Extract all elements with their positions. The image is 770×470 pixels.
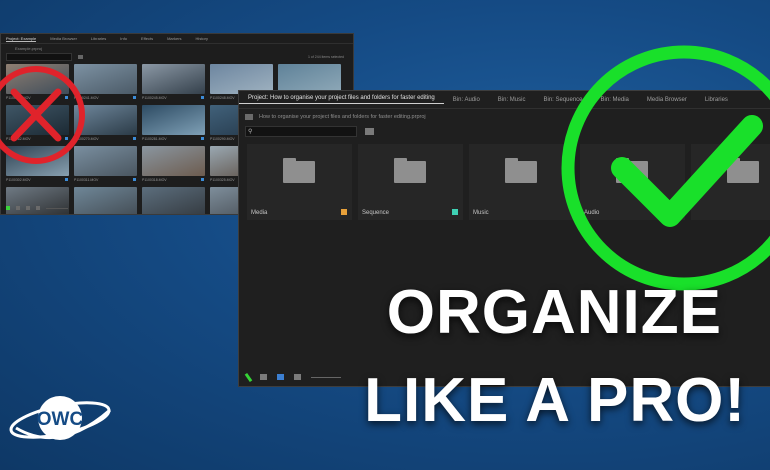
tab-bin-audio[interactable]: Bin: Audio [444,97,489,103]
small-search-input[interactable] [6,53,72,61]
bin-sequence[interactable]: Sequence [358,144,463,220]
zoom-slider[interactable] [46,207,68,209]
clip-thumbnail[interactable]: P1100281.MOV [142,105,205,143]
clip-label-swatch [133,178,136,181]
clip-label-swatch [65,178,68,181]
search-icon: ⚲ [248,129,253,135]
zoom-slider[interactable] [311,376,341,378]
project-path: How to organise your project files and f… [259,113,426,120]
clip-label-swatch [133,96,136,99]
clip-preview [142,64,205,94]
project-file-icon [245,113,253,120]
label-color-swatch[interactable] [452,209,458,215]
pen-icon[interactable] [6,206,10,210]
close-icon [0,66,85,164]
tab-bin-music[interactable]: Bin: Music [489,97,535,103]
tab-info[interactable]: Info [120,36,127,41]
clip-name: P1100245.MOV [142,96,167,100]
clip-label-swatch [201,178,204,181]
folder-icon [283,158,315,183]
new-bin-icon[interactable] [365,128,374,135]
clip-preview [142,105,205,135]
icon-view-icon[interactable] [277,374,284,380]
headline-line-2: LIKE A PRO! [364,366,746,435]
clip-name: P1100281.MOV [142,137,167,141]
icon-view-icon[interactable] [26,206,30,210]
small-panel-search-row: 1 of 244 items selected [1,52,353,62]
tab-libraries[interactable]: Libraries [91,36,106,41]
checkmark-icon [561,45,770,291]
clip-thumbnail[interactable]: P1100245.MOV [142,64,205,102]
tab-project-example[interactable]: Project: Example [6,36,37,42]
clip-preview [142,146,205,176]
clip-label-swatch [133,137,136,140]
tab-media-browser[interactable]: Media Browser [50,36,77,41]
clip-label-swatch [201,137,204,140]
clip-label-swatch [201,96,204,99]
bin-label: Media [251,210,268,216]
folder-icon [505,158,537,183]
tab-effects[interactable]: Effects [141,36,153,41]
freeform-view-icon[interactable] [294,374,301,380]
clip-name: P1100311.MOV [74,178,99,182]
list-view-icon[interactable] [260,374,267,380]
items-selected-count: 1 of 244 items selected [308,55,344,59]
tab-markers[interactable]: Markers [167,36,181,41]
new-bin-icon[interactable] [78,55,83,59]
small-panel-tabs: Project: Example Media Browser Libraries… [1,34,353,44]
bin-label: Sequence [362,210,390,216]
owc-logo: OWC [9,396,111,440]
pen-icon[interactable] [244,372,253,382]
clip-thumbnail[interactable]: P1100318.MOV [142,146,205,184]
label-color-swatch[interactable] [341,209,347,215]
bin-media[interactable]: Media [247,144,352,220]
tab-project-organise[interactable]: Project: How to organise your project fi… [239,95,444,104]
folder-icon [394,158,426,183]
freeform-view-icon[interactable] [36,206,40,210]
svg-text:OWC: OWC [37,409,84,430]
tab-history[interactable]: History [196,36,208,41]
headline-line-1: ORGANIZE [386,278,722,347]
small-panel-project-path: Example.prproj [15,45,42,51]
search-input[interactable]: ⚲ [245,126,357,137]
clip-name: P1100318.MOV [142,178,167,182]
bin-label: Music [473,210,489,216]
clip-name: P1100302.MOV [6,178,31,182]
list-view-icon[interactable] [16,206,20,210]
